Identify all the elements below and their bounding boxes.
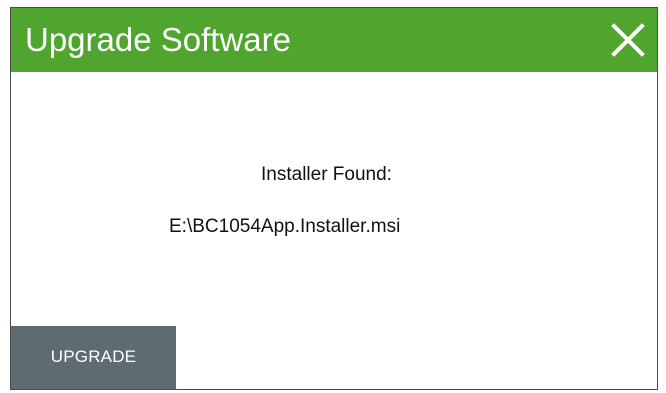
installer-found-label: Installer Found:: [261, 164, 392, 185]
close-button[interactable]: [605, 17, 651, 63]
upgrade-software-dialog: Upgrade Software Installer Found: E:\BC1…: [10, 7, 658, 390]
dialog-title: Upgrade Software: [25, 21, 291, 58]
installer-file-path: E:\BC1054App.Installer.msi: [169, 216, 401, 237]
title-bar: Upgrade Software: [11, 8, 657, 72]
upgrade-button-label: UPGRADE: [50, 347, 137, 366]
close-icon: [605, 17, 651, 63]
upgrade-button[interactable]: UPGRADE: [11, 326, 176, 389]
